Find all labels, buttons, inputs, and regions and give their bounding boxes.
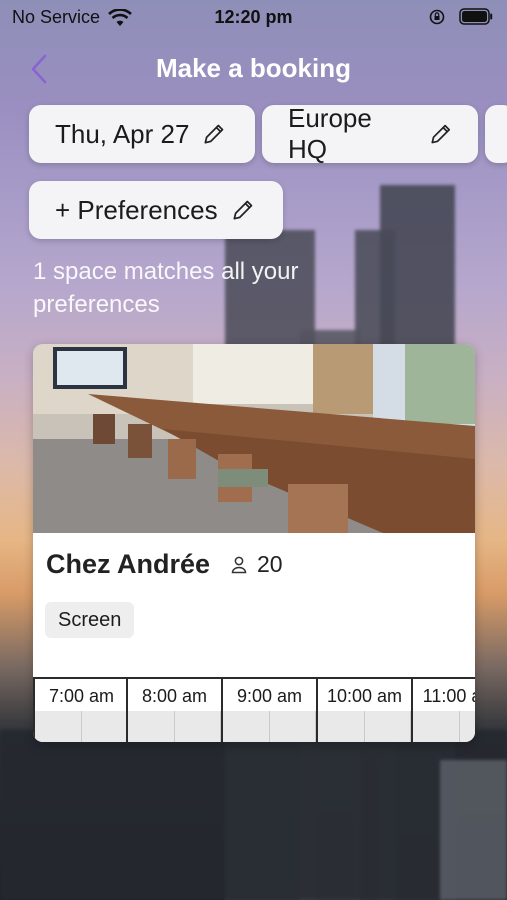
person-icon: [231, 556, 247, 573]
space-card[interactable]: Chez Andrée 20 Screen 7:00 am 8:00 am 9:…: [33, 344, 475, 742]
amenity-tag: Screen: [45, 602, 135, 638]
orientation-lock-icon: [429, 9, 445, 24]
preferences-chip[interactable]: + Preferences: [29, 181, 283, 239]
pencil-icon: [431, 124, 451, 144]
page-title: Make a booking: [155, 53, 352, 83]
slot-cells: [128, 711, 221, 742]
date-chip-label: Thu, Apr 27: [55, 118, 190, 149]
time-slot[interactable]: 7:00 am: [33, 679, 128, 742]
slot-cells: [223, 711, 316, 742]
slot-cells: [318, 711, 411, 742]
status-right: [429, 8, 493, 25]
location-chip[interactable]: Europe HQ: [262, 103, 478, 164]
time-slot-label: 11:00 am: [422, 686, 475, 706]
next-chip-partial[interactable]: [485, 105, 507, 163]
time-slot[interactable]: 11:00 am: [411, 679, 475, 742]
room-name: Chez Andrée: [46, 549, 211, 579]
pencil-icon: [204, 124, 224, 144]
location-chip-label: Europe HQ: [288, 103, 372, 164]
slot-cells: [413, 711, 475, 742]
time-slot-label: 7:00 am: [48, 686, 115, 706]
slot-cells: [35, 711, 128, 742]
capacity-value: 20: [257, 551, 283, 577]
time-slot-label: 10:00 am: [326, 686, 403, 706]
room-photo: [33, 344, 475, 533]
capacity: 20: [231, 551, 283, 578]
status-bar: No Service 12:20 pm: [0, 0, 507, 34]
time-slot[interactable]: 9:00 am: [221, 679, 316, 742]
results-summary: 1 space matches all your preferences: [33, 258, 299, 318]
time-slot[interactable]: 10:00 am: [316, 679, 411, 742]
time-slot[interactable]: 8:00 am: [126, 679, 221, 742]
nav-bar: Make a booking: [0, 46, 507, 90]
availability-timeline[interactable]: 7:00 am 8:00 am 9:00 am 10:00 am 11:00 a…: [33, 677, 475, 742]
preferences-chip-label: + Preferences: [55, 194, 218, 225]
battery-icon: [459, 8, 493, 25]
pencil-icon: [233, 200, 252, 220]
time-slot-label: 8:00 am: [141, 686, 208, 706]
date-chip[interactable]: Thu, Apr 27: [29, 105, 255, 163]
time-slot-label: 9:00 am: [236, 686, 303, 706]
